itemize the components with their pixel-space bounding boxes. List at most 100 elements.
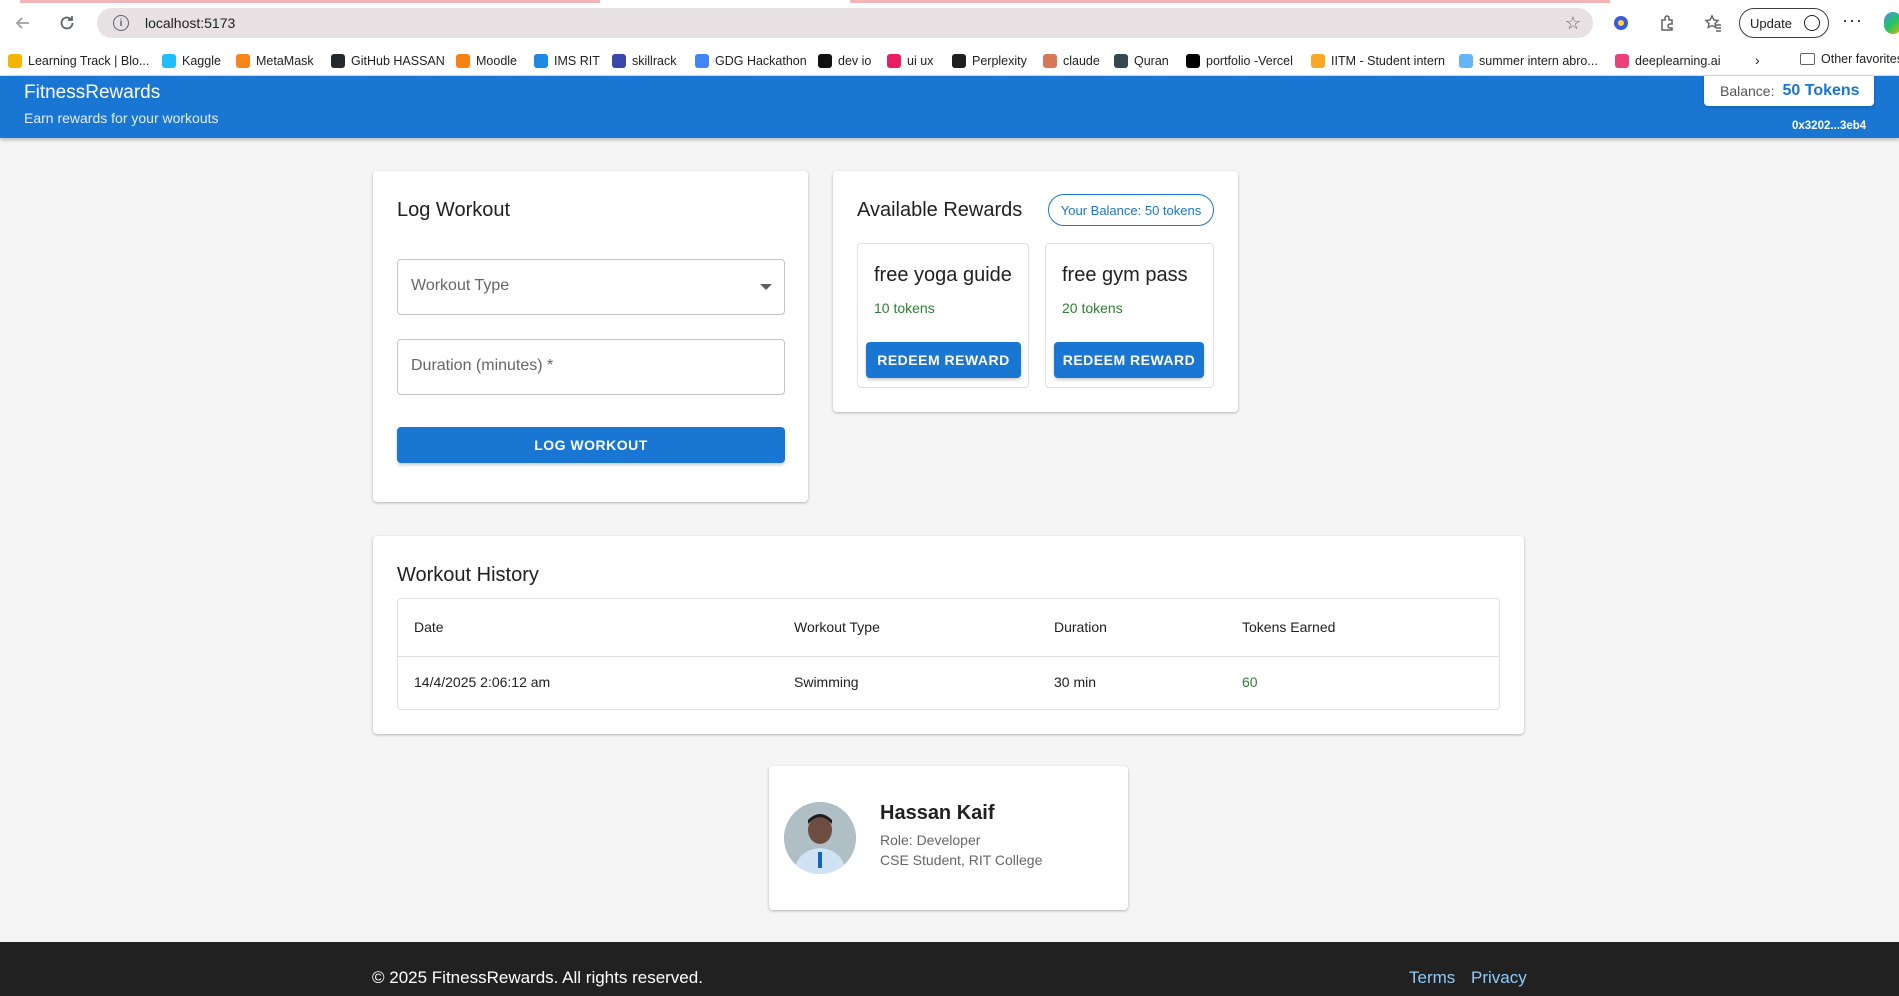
reward-item: free yoga guide 10 tokens REDEEM REWARD: [857, 243, 1029, 388]
bookmark-favicon-icon: [331, 54, 345, 68]
bookmark-item[interactable]: ui ux: [887, 52, 933, 70]
reload-icon[interactable]: [54, 10, 80, 36]
reward-cost: 20 tokens: [1062, 300, 1123, 316]
bookmark-favicon-icon: [1186, 54, 1200, 68]
back-icon[interactable]: [10, 10, 36, 36]
cell-duration: 30 min: [1054, 674, 1097, 690]
bookmark-favicon-icon: [1114, 54, 1128, 68]
bookmark-item[interactable]: skillrack: [612, 52, 676, 70]
bookmark-label: MetaMask: [256, 54, 314, 68]
log-workout-title: Log Workout: [397, 199, 511, 221]
other-favorites[interactable]: Other favorites: [1800, 52, 1899, 66]
site-info-icon[interactable]: i: [113, 15, 129, 31]
bookmark-item[interactable]: Kaggle: [162, 52, 221, 70]
bookmark-label: ui ux: [907, 54, 934, 68]
bookmarks-bar: › Other favorites Learning Track | Blo..…: [0, 46, 1899, 76]
bookmark-label: Kaggle: [182, 54, 221, 68]
bookmark-favicon-icon: [162, 54, 176, 68]
bookmark-item[interactable]: IITM - Student intern: [1311, 52, 1445, 70]
log-workout-card: Log Workout Workout Type Duration (minut…: [373, 171, 808, 502]
bookmark-label: skillrack: [632, 54, 677, 68]
column-header-duration: Duration: [1054, 619, 1107, 635]
browser-essentials-icon[interactable]: [1608, 10, 1634, 36]
bookmark-label: claude: [1063, 54, 1100, 68]
balance-label: Balance:: [1720, 83, 1775, 99]
bookmark-label: dev io: [838, 54, 872, 68]
url-text[interactable]: localhost:5173: [145, 15, 235, 31]
column-header-workout-type: Workout Type: [794, 619, 880, 635]
bookmark-favicon-icon: [612, 54, 626, 68]
tab-strip-edge: [850, 0, 1610, 3]
bookmark-item[interactable]: dev io: [818, 52, 871, 70]
cell-workout-type: Swimming: [794, 674, 859, 690]
bookmark-item[interactable]: GDG Hackathon: [695, 52, 807, 70]
bookmarks-overflow-chevron-icon[interactable]: ›: [1755, 52, 1760, 68]
bookmark-favicon-icon: [1311, 54, 1325, 68]
app-subtitle: Earn rewards for your workouts: [24, 110, 219, 126]
app-header: FitnessRewards Earn rewards for your wor…: [0, 76, 1899, 138]
footer-terms-link[interactable]: Terms: [1409, 968, 1455, 988]
bookmark-favicon-icon: [534, 54, 548, 68]
reward-name: free yoga guide: [874, 264, 1012, 286]
bookmark-favicon-icon: [456, 54, 470, 68]
bookmark-item[interactable]: summer intern abro...: [1459, 52, 1598, 70]
bookmark-item[interactable]: Moodle: [456, 52, 517, 70]
copilot-icon[interactable]: [1884, 12, 1899, 34]
bookmark-favicon-icon: [952, 54, 966, 68]
favorite-star-icon[interactable]: ☆: [1565, 13, 1581, 34]
bookmark-item[interactable]: claude: [1043, 52, 1100, 70]
more-options-icon[interactable]: ···: [1842, 10, 1863, 31]
bookmark-label: IMS RIT: [554, 54, 600, 68]
workout-history-title: Workout History: [397, 564, 539, 586]
log-workout-button[interactable]: LOG WORKOUT: [397, 427, 785, 463]
favorites-icon[interactable]: [1700, 10, 1726, 36]
app-title: FitnessRewards: [24, 82, 161, 103]
update-button[interactable]: Update: [1739, 8, 1829, 38]
reward-item: free gym pass 20 tokens REDEEM REWARD: [1045, 243, 1214, 388]
other-favorites-label: Other favorites: [1821, 52, 1899, 66]
bookmark-item[interactable]: portfolio -Vercel: [1186, 52, 1293, 70]
bookmark-item[interactable]: GitHub HASSAN: [331, 52, 445, 70]
duration-label: Duration (minutes) *: [411, 357, 554, 374]
workout-type-label: Workout Type: [411, 277, 510, 294]
bookmark-item[interactable]: Learning Track | Blo...: [8, 52, 149, 70]
bookmark-favicon-icon: [818, 54, 832, 68]
column-header-tokens-earned: Tokens Earned: [1242, 619, 1336, 635]
bookmark-favicon-icon: [1043, 54, 1057, 68]
redeem-reward-button[interactable]: REDEEM REWARD: [866, 342, 1021, 378]
row-divider: [398, 656, 1499, 657]
duration-input[interactable]: Duration (minutes) *: [397, 339, 785, 395]
extensions-icon[interactable]: [1654, 10, 1680, 36]
update-label: Update: [1750, 15, 1792, 31]
reward-name: free gym pass: [1062, 264, 1188, 286]
workout-type-select[interactable]: Workout Type: [397, 259, 785, 315]
cell-tokens-earned: 60: [1242, 674, 1258, 690]
update-status-icon: [1804, 15, 1820, 31]
bookmark-label: IITM - Student intern: [1331, 54, 1445, 68]
column-header-date: Date: [414, 619, 444, 635]
bookmark-label: GitHub HASSAN: [351, 54, 445, 68]
bookmark-item[interactable]: deeplearning.ai: [1615, 52, 1721, 70]
footer-privacy-link[interactable]: Privacy: [1471, 968, 1527, 988]
bookmark-item[interactable]: Quran: [1114, 52, 1169, 70]
bookmark-label: GDG Hackathon: [715, 54, 807, 68]
bookmark-label: Moodle: [476, 54, 517, 68]
avatar: [784, 802, 856, 874]
folder-icon: [1800, 53, 1815, 65]
workout-history-table: Date Workout Type Duration Tokens Earned…: [397, 598, 1500, 710]
bookmark-label: deeplearning.ai: [1635, 54, 1721, 68]
profile-detail: CSE Student, RIT College: [880, 852, 1043, 868]
address-bar[interactable]: i localhost:5173 ☆: [97, 8, 1593, 38]
wallet-address: 0x3202...3eb4: [1792, 120, 1867, 132]
bookmark-favicon-icon: [887, 54, 901, 68]
bookmark-item[interactable]: IMS RIT: [534, 52, 600, 70]
tab-strip-edge: [20, 0, 600, 3]
balance-value: 50 Tokens: [1782, 82, 1860, 99]
profile-name: Hassan Kaif: [880, 802, 995, 824]
bookmark-label: Perplexity: [972, 54, 1027, 68]
bookmark-item[interactable]: MetaMask: [236, 52, 314, 70]
profile-role: Role: Developer: [880, 832, 981, 848]
bookmark-item[interactable]: Perplexity: [952, 52, 1027, 70]
redeem-reward-button[interactable]: REDEEM REWARD: [1054, 342, 1204, 378]
browser-toolbar: i localhost:5173 ☆ Update ···: [0, 0, 1899, 46]
